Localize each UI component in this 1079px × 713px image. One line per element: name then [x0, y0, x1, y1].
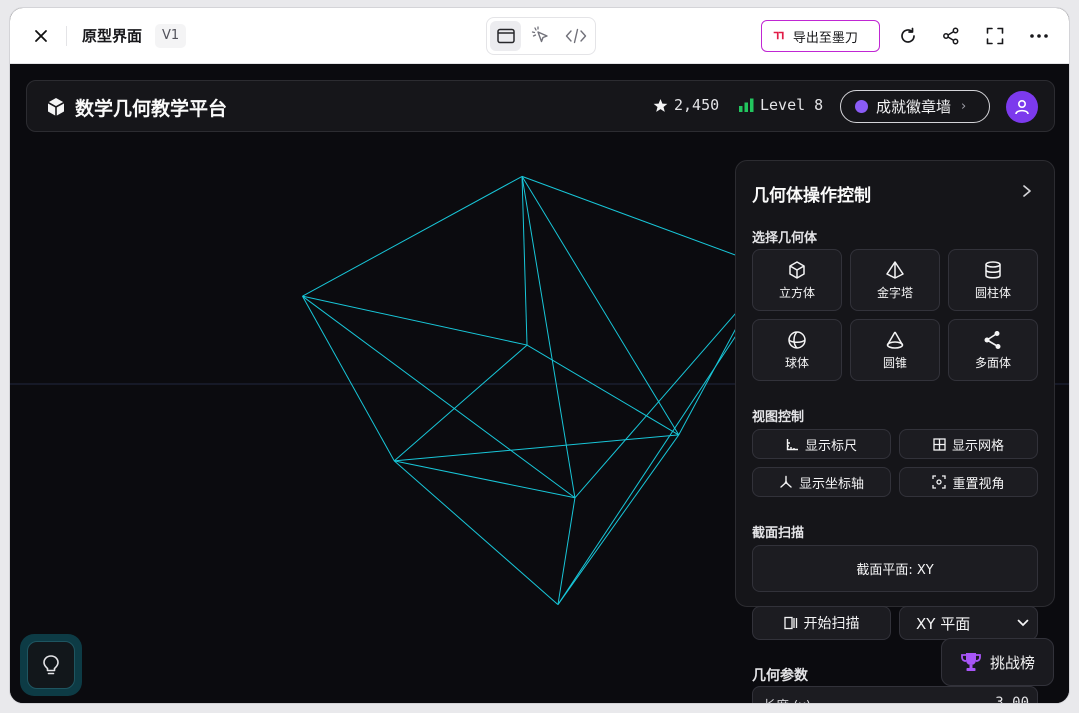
panel-title: 几何体操作控制	[752, 186, 871, 206]
start-scan-button[interactable]: 开始扫描	[752, 606, 891, 640]
ruler-icon	[786, 438, 798, 450]
length-value: 3.00	[995, 695, 1029, 704]
section-plane-display[interactable]: 截面平面: XY	[752, 545, 1038, 592]
shape-cylinder-button[interactable]: 圆柱体	[948, 249, 1038, 311]
geometry-params-label: 几何参数	[752, 668, 808, 684]
code-mode-icon[interactable]	[561, 21, 592, 51]
shape-label: 立方体	[778, 285, 815, 300]
shape-label: 圆锥	[882, 355, 907, 370]
select-shape-label: 选择几何体	[752, 231, 818, 246]
cone-icon	[886, 331, 904, 349]
version-badge[interactable]: V1	[155, 24, 187, 48]
pyramid-icon	[886, 260, 904, 279]
more-options-icon[interactable]	[1027, 24, 1051, 48]
star-icon	[653, 98, 668, 112]
view-button-label: 显示网格	[951, 438, 1004, 454]
chevron-down-icon	[1017, 619, 1029, 627]
plane-select[interactable]: XY 平面	[899, 606, 1038, 640]
close-icon[interactable]	[30, 25, 52, 47]
leaderboard-label: 挑战榜	[989, 653, 1035, 672]
length-param-field[interactable]: 长度 (x): 3.00	[752, 686, 1038, 704]
view-button-label: 显示坐标轴	[798, 476, 864, 492]
scan-label: 开始扫描	[803, 616, 860, 632]
shape-label: 多面体	[974, 355, 1011, 370]
shape-label: 圆柱体	[974, 285, 1011, 300]
shape-sphere-button[interactable]: 球体	[752, 319, 842, 381]
leaderboard-button[interactable]: 挑战榜	[941, 638, 1054, 686]
show-grid-button[interactable]: 显示网格	[899, 429, 1038, 459]
preview-mode-icon[interactable]	[490, 21, 522, 51]
level-display: Level 8	[739, 96, 823, 114]
view-control-label: 视图控制	[752, 410, 805, 425]
geometry-app: 数学几何教学平台 2,450 Level 8 成就徽章墙 › 几何体操作控制 选…	[10, 64, 1069, 704]
view-mode-switcher	[486, 17, 596, 55]
reset-view-button[interactable]: 重置视角	[899, 467, 1038, 497]
collapse-panel-icon[interactable]	[1022, 183, 1032, 202]
toolbar: 原型界面 V1 ㄲ 导出至墨刀	[10, 8, 1069, 64]
scan-icon	[783, 616, 797, 630]
user-icon	[1015, 99, 1029, 115]
length-label: 长度 (x):	[763, 695, 815, 703]
refresh-icon[interactable]	[896, 24, 920, 48]
shape-pyramid-button[interactable]: 金字塔	[850, 249, 940, 311]
polyhedron-icon	[984, 330, 1001, 349]
interact-mode-icon[interactable]	[525, 21, 556, 51]
achievements-button[interactable]: 成就徽章墙 ›	[840, 90, 990, 123]
modao-logo-icon: ㄲ	[772, 29, 785, 45]
section-scan-label: 截面扫描	[752, 526, 805, 541]
shape-cube-button[interactable]: 立方体	[752, 249, 842, 311]
fullscreen-icon[interactable]	[983, 24, 1007, 48]
signal-bars-icon	[739, 98, 754, 112]
sphere-icon	[788, 330, 806, 349]
app-window: 原型界面 V1 ㄲ 导出至墨刀 数学几何教学平台 2,450 Level 8 成…	[9, 7, 1070, 704]
shape-label: 金字塔	[876, 285, 913, 300]
view-button-label: 显示标尺	[804, 438, 857, 454]
export-label: 导出至墨刀	[792, 30, 858, 46]
app-header: 数学几何教学平台 2,450 Level 8 成就徽章墙 ›	[26, 80, 1055, 132]
export-button[interactable]: ㄲ 导出至墨刀	[761, 20, 880, 52]
hint-button[interactable]	[20, 634, 82, 696]
shape-cone-button[interactable]: 圆锥	[850, 319, 940, 381]
trophy-icon	[961, 653, 981, 671]
axes-icon	[780, 475, 792, 488]
badge-dot-icon	[855, 100, 868, 113]
geometry-control-panel: 几何体操作控制 选择几何体 立方体 金字塔 圆柱体 球体 圆锥 多面体 视图控制…	[735, 160, 1055, 607]
divider	[66, 26, 67, 46]
wireframe-polyhedron	[302, 175, 745, 605]
show-axes-button[interactable]: 显示坐标轴	[752, 467, 891, 497]
grid-icon	[933, 437, 946, 451]
level-value: Level 8	[760, 96, 824, 114]
plane-selected-value: XY 平面	[916, 614, 971, 633]
app-title: 数学几何教学平台	[75, 98, 228, 120]
lightbulb-icon	[43, 655, 59, 675]
cube-icon	[789, 260, 805, 279]
points-value: 2,450	[674, 96, 720, 114]
prototype-title: 原型界面	[82, 27, 143, 45]
points-display: 2,450	[653, 96, 719, 114]
cylinder-icon	[985, 260, 1001, 278]
view-button-label: 重置视角	[952, 476, 1005, 492]
focus-icon	[932, 475, 947, 489]
cube-logo-icon	[45, 96, 67, 118]
chevron-right-icon: ›	[961, 99, 967, 114]
show-ruler-button[interactable]: 显示标尺	[752, 429, 891, 459]
user-avatar[interactable]	[1006, 91, 1038, 123]
achievements-label: 成就徽章墙	[876, 98, 952, 116]
shape-polyhedron-button[interactable]: 多面体	[948, 319, 1038, 381]
share-icon[interactable]	[939, 24, 963, 48]
shape-label: 球体	[784, 355, 809, 370]
